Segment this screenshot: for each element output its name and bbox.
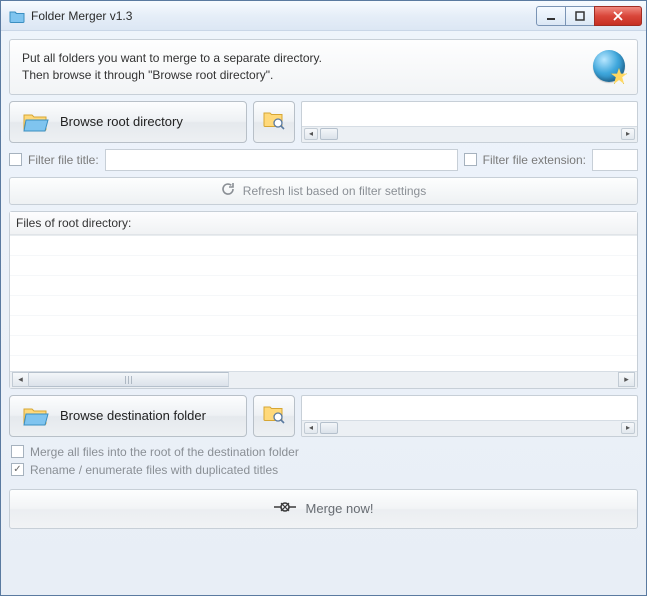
- refresh-icon: [221, 182, 235, 199]
- merge-icon: [274, 501, 296, 516]
- browse-dest-label: Browse destination folder: [60, 408, 206, 423]
- scroll-thumb[interactable]: [320, 422, 338, 434]
- browse-root-label: Browse root directory: [60, 114, 183, 129]
- files-header: Files of root directory:: [10, 212, 637, 235]
- browse-root-button[interactable]: Browse root directory: [9, 101, 247, 143]
- dest-path-value[interactable]: [302, 396, 637, 420]
- client-area: Put all folders you want to merge to a s…: [1, 31, 646, 595]
- root-path-value[interactable]: [302, 102, 637, 126]
- filter-title-checkbox[interactable]: [9, 153, 22, 166]
- close-button[interactable]: [594, 6, 642, 26]
- merge-all-label: Merge all files into the root of the des…: [30, 445, 299, 459]
- option-rename: Rename / enumerate files with duplicated…: [11, 463, 638, 477]
- maximize-button[interactable]: [565, 6, 595, 26]
- files-panel: Files of root directory: ◂ ▸: [9, 211, 638, 389]
- folder-search-icon: [263, 110, 285, 133]
- refresh-button[interactable]: Refresh list based on filter settings: [9, 177, 638, 205]
- files-list[interactable]: [10, 235, 637, 371]
- app-icon: [9, 8, 25, 24]
- titlebar[interactable]: Folder Merger v1.3: [1, 1, 646, 31]
- info-text: Put all folders you want to merge to a s…: [22, 50, 322, 84]
- option-merge-all: Merge all files into the root of the des…: [11, 445, 638, 459]
- browse-dest-button[interactable]: Browse destination folder: [9, 395, 247, 437]
- folder-open-icon: [22, 405, 50, 427]
- scroll-left-icon[interactable]: ◂: [12, 372, 29, 387]
- browse-root-row: Browse root directory ◂ ▸: [9, 101, 638, 143]
- rename-checkbox[interactable]: [11, 463, 24, 476]
- filter-ext-label: Filter file extension:: [483, 153, 586, 167]
- scroll-thumb[interactable]: [320, 128, 338, 140]
- folder-open-icon: [22, 111, 50, 133]
- scroll-thumb[interactable]: [29, 372, 229, 387]
- explore-root-button[interactable]: [253, 101, 295, 143]
- window-title: Folder Merger v1.3: [31, 9, 537, 23]
- merge-button[interactable]: Merge now!: [9, 489, 638, 529]
- scroll-right-icon[interactable]: ▸: [618, 372, 635, 387]
- scroll-track[interactable]: [29, 372, 618, 387]
- scroll-left-icon[interactable]: ◂: [304, 422, 318, 434]
- root-path-scrollbar[interactable]: ◂ ▸: [302, 126, 637, 142]
- refresh-label: Refresh list based on filter settings: [243, 184, 426, 198]
- folder-search-icon: [263, 404, 285, 427]
- info-panel: Put all folders you want to merge to a s…: [9, 39, 638, 95]
- filter-row: Filter file title: Filter file extension…: [9, 149, 638, 171]
- root-path-box: ◂ ▸: [301, 101, 638, 143]
- filter-ext-checkbox[interactable]: [464, 153, 477, 166]
- scroll-right-icon[interactable]: ▸: [621, 422, 635, 434]
- dest-path-scrollbar[interactable]: ◂ ▸: [302, 420, 637, 436]
- info-line-1: Put all folders you want to merge to a s…: [22, 50, 322, 67]
- window-controls: [537, 6, 642, 26]
- info-line-2: Then browse it through "Browse root dire…: [22, 67, 322, 84]
- rename-label: Rename / enumerate files with duplicated…: [30, 463, 278, 477]
- filter-title-input[interactable]: [105, 149, 458, 171]
- options-group: Merge all files into the root of the des…: [9, 443, 638, 477]
- dest-path-box: ◂ ▸: [301, 395, 638, 437]
- browse-dest-row: Browse destination folder ◂ ▸: [9, 395, 638, 437]
- globe-icon[interactable]: [593, 50, 625, 82]
- explore-dest-button[interactable]: [253, 395, 295, 437]
- minimize-button[interactable]: [536, 6, 566, 26]
- scroll-left-icon[interactable]: ◂: [304, 128, 318, 140]
- app-window: Folder Merger v1.3 Put all folders you w…: [0, 0, 647, 596]
- merge-all-checkbox[interactable]: [11, 445, 24, 458]
- filter-ext-input[interactable]: [592, 149, 638, 171]
- filter-title-label: Filter file title:: [28, 153, 99, 167]
- merge-label: Merge now!: [306, 501, 374, 516]
- files-scrollbar[interactable]: ◂ ▸: [10, 371, 637, 388]
- scroll-right-icon[interactable]: ▸: [621, 128, 635, 140]
